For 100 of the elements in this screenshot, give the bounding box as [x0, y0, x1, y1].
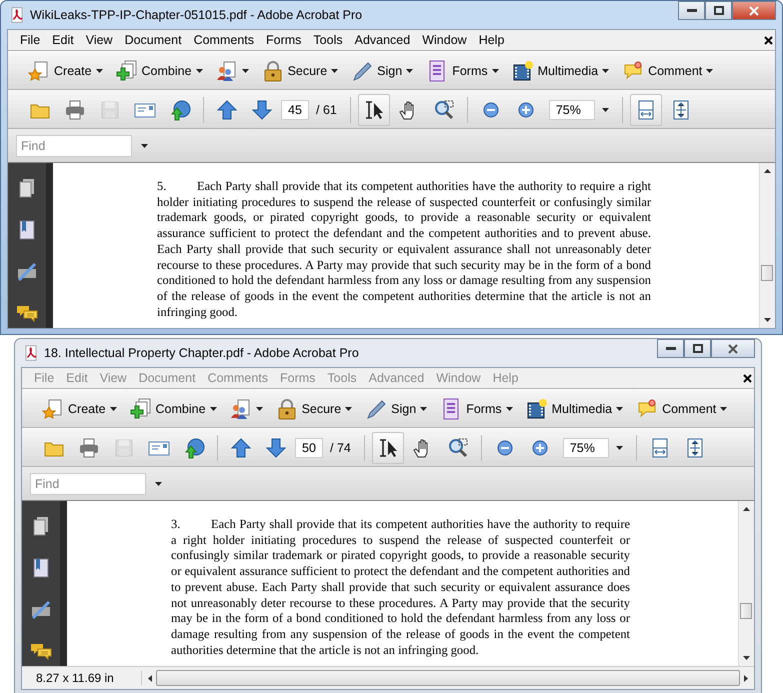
people-document-icon [230, 398, 252, 420]
caret-icon [196, 68, 203, 72]
scroll-down-icon[interactable] [743, 656, 750, 660]
menu-item[interactable]: Forms [260, 33, 308, 47]
film-icon [526, 398, 548, 420]
pdf-icon [23, 345, 39, 361]
caret-icon [616, 446, 623, 450]
multimedia-button[interactable]: Multimedia [522, 396, 628, 422]
minimize-button[interactable] [678, 1, 705, 20]
comment-button[interactable]: Comment [632, 396, 732, 422]
pen-icon [365, 398, 388, 420]
paragraph: 3. Each Party shall provide that its competent authorities have the authority to require a right holder initiating procedures to suspend the release of suspected counterfeit or confusingly similar trademark or pirated copyright goods, to provide a reasonable security or equivalent assurance sufficient to protect the defendant and the competent authorities and to prevent abuse. Each Party shall provide that such security or equivalent assurance does not unreasonably deter recourse to these procedures. A Party may provide that the security may be in the form of a bond conditioned to hold the defendant harmless from any loss or damage resulting from any suspension of the release of goods in the event the competent authorities determine that the article is not an infringing good. [171, 517, 630, 658]
caret-icon [602, 108, 609, 112]
sign-button[interactable]: Sign [361, 396, 432, 422]
globe-arrow-icon [183, 436, 205, 458]
up-arrow-icon [216, 98, 238, 120]
scroll-right-icon[interactable] [744, 674, 748, 682]
create-button[interactable]: Create [24, 58, 107, 84]
zoom-field[interactable]: 75% [548, 100, 595, 120]
caret-icon [96, 68, 103, 72]
caret-icon [602, 68, 610, 72]
scroll-up-icon[interactable] [764, 169, 771, 173]
window-title: 18. Intellectual Property Chapter.pdf - Adobe Acrobat Pro [44, 346, 360, 360]
caret-icon [420, 406, 428, 410]
combine-button[interactable]: Combine [112, 58, 207, 84]
menu-item[interactable]: Tools [307, 33, 349, 47]
padlock-icon [262, 60, 284, 82]
menu-item[interactable]: Advanced [348, 33, 416, 47]
up-arrow-icon [230, 436, 252, 458]
menu-item[interactable]: Document [118, 33, 188, 47]
printer-icon [64, 98, 86, 120]
close-document-icon[interactable] [764, 36, 773, 44]
secure-button[interactable]: Secure [272, 396, 356, 422]
scroll-thumb[interactable] [740, 603, 752, 620]
secure-button[interactable]: Secure [258, 58, 342, 84]
caret-icon [345, 406, 352, 410]
maximize-button[interactable] [705, 1, 732, 20]
pen-signature-icon [16, 261, 38, 283]
multimedia-button[interactable]: Multimedia [508, 58, 614, 84]
caret-icon [141, 144, 148, 148]
documents-plus-icon [130, 398, 152, 420]
paragraph: 5. Each Party shall provide that its competent authorities have the authority to require a right holder initiating procedures to suspend the release of suspected counterfeit or confusingly similar trademark goods, or pirated copyright goods, to provide a reasonable security or equivalent assurance sufficient to protect the defendant and the competent authorities and to prevent abuse. Each Party shall provide that such security or equivalent assurance shall not unreasonably deter recourse to these procedures. A Party may provide that such security may be in the form of a bond conditioned to hold the defendant harmless from any loss or damage resulting from any suspension of the release of goods in the event the competent authorities determine that the article is not an infringing good. [157, 179, 651, 320]
caret-icon [210, 406, 217, 410]
caret-icon [616, 406, 624, 410]
close-icon [728, 344, 738, 354]
create-button[interactable]: Create [38, 396, 121, 422]
document-star-icon [28, 60, 50, 82]
comment-button[interactable]: Comment [618, 58, 718, 84]
scroll-left-icon[interactable] [148, 674, 152, 682]
menu-item[interactable]: Help [472, 33, 510, 47]
scroll-down-icon[interactable] [764, 318, 771, 322]
padlock-icon [276, 398, 298, 420]
page-number-field[interactable]: 45 [281, 100, 309, 120]
globe-arrow-icon [169, 98, 191, 120]
caret-icon [406, 68, 414, 72]
zoom-field[interactable]: 75% [562, 438, 609, 458]
down-arrow-icon [251, 98, 273, 120]
pen-signature-icon [30, 599, 52, 621]
forms-button[interactable]: Forms [436, 396, 517, 422]
window-title: WikiLeaks-TPP-IP-Chapter-051015.pdf - Adobe Acrobat Pro [30, 8, 364, 22]
vertical-scrollbar[interactable] [759, 163, 775, 328]
maximize-icon [714, 6, 724, 15]
people-document-icon [216, 60, 238, 82]
caret-icon [720, 406, 728, 410]
minimize-icon [686, 8, 696, 12]
close-button[interactable] [732, 1, 776, 20]
menu-item[interactable]: View [80, 33, 119, 47]
pdf-icon [9, 7, 25, 23]
menu-item[interactable]: Comments [188, 33, 260, 47]
fit-width-button[interactable] [630, 94, 662, 126]
document-star-icon [42, 398, 64, 420]
close-document-icon[interactable] [743, 374, 752, 382]
speech-bubble-icon [636, 398, 658, 420]
forms-button[interactable]: Forms [422, 58, 503, 84]
menu-item[interactable]: Edit [46, 33, 80, 47]
sign-button[interactable]: Sign [347, 58, 418, 84]
select-tool-button[interactable] [372, 432, 404, 464]
film-icon [512, 60, 534, 82]
select-tool-button[interactable] [358, 94, 390, 126]
page-number-field[interactable]: 50 [295, 438, 323, 458]
menu-item[interactable]: Window [416, 33, 473, 47]
combine-button[interactable]: Combine [126, 396, 221, 422]
maximize-icon [692, 344, 702, 353]
documents-plus-icon [116, 60, 138, 82]
minimize-icon [666, 346, 676, 350]
magnifier-icon [432, 98, 455, 120]
scroll-thumb[interactable] [761, 265, 773, 282]
caret-icon [242, 68, 249, 72]
speech-bubble-icon [622, 60, 644, 82]
menu-item[interactable]: File [14, 33, 46, 47]
caret-icon [155, 482, 162, 486]
caret-icon [110, 406, 117, 410]
caret-icon [331, 68, 338, 72]
scroll-up-icon[interactable] [743, 507, 750, 511]
magnifier-icon [446, 436, 469, 458]
caret-icon [492, 68, 499, 72]
page-size-label: 8.27 x 11.69 in [22, 671, 142, 685]
find-field[interactable]: Find [16, 134, 132, 156]
page-count: / 74 [330, 440, 351, 454]
find-field[interactable]: Find [30, 472, 146, 494]
